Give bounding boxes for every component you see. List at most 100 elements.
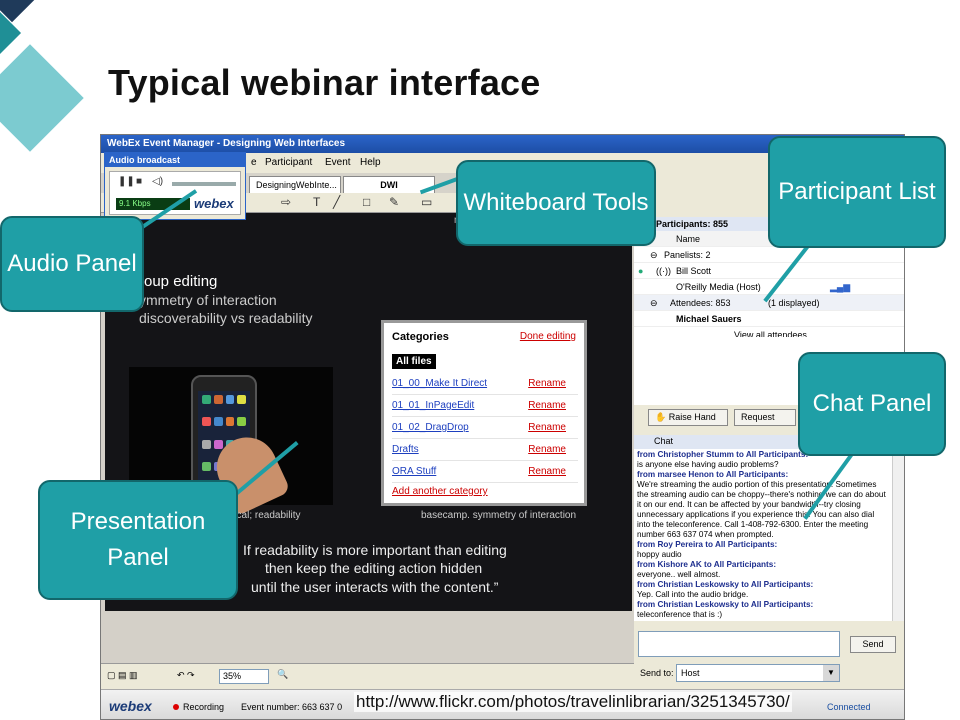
category-link[interactable]: 01_02_DragDrop: [392, 422, 469, 433]
slide-quote-line: then keep the editing action hidden: [265, 560, 483, 576]
rename-link[interactable]: Rename: [528, 400, 566, 411]
rename-link[interactable]: Rename: [528, 422, 566, 433]
chat-scrollbar[interactable]: [892, 449, 904, 621]
webex-logo: webex: [109, 698, 152, 714]
callout-whiteboard-tools: Whiteboard Tools: [456, 160, 656, 246]
categories-box: Categories Done editing All files 01_00_…: [381, 320, 587, 506]
category-link[interactable]: Drafts: [392, 444, 419, 455]
zoom-icon[interactable]: 🔍: [277, 669, 288, 680]
request-label: Request: [741, 412, 775, 422]
audio-icon: ((·)): [656, 266, 671, 276]
participant-row[interactable]: ● ((·)) Bill Scott: [634, 263, 904, 279]
chat-log: from Christopher Stumm to All Participan…: [634, 449, 892, 621]
corner-deco-light: [0, 44, 84, 152]
callout-label: Presentation Panel: [70, 508, 206, 571]
chat-message: We're streaming the audio portion of thi…: [637, 480, 886, 539]
chat-message: teleconference that is :): [637, 610, 723, 619]
callout-label: Participant List: [778, 178, 936, 205]
chat-input[interactable]: [638, 631, 840, 657]
slide-quote-line: If readability is more important than ed…: [243, 542, 507, 558]
category-row: Drafts Rename: [392, 440, 578, 461]
slide-quote-line: until the user interacts with the conten…: [251, 579, 499, 595]
connection-status: Connected: [827, 702, 871, 712]
category-link[interactable]: ORA Stuff: [392, 466, 436, 477]
layout-icon[interactable]: ▢ ▤ ▥: [107, 670, 138, 681]
pause-icon[interactable]: ❚❚: [118, 176, 135, 187]
chat-message: hoppy audio: [637, 550, 682, 559]
event-number: Event number: 663 637 0: [241, 702, 343, 712]
menu-item-event[interactable]: Event: [325, 157, 351, 168]
category-row: 01_01_InPageEdit Rename: [392, 396, 578, 417]
participant-name: O'Reilly Media (Host): [676, 282, 761, 292]
stop-icon[interactable]: ■: [136, 176, 142, 187]
chat-sender: from marsee Henon to All Participants:: [637, 470, 789, 479]
rename-link[interactable]: Rename: [528, 444, 566, 455]
presentation-controls: ▢ ▤ ▥ ↶ ↷ 35% 🔍: [101, 663, 634, 689]
recording-label: Recording: [183, 702, 225, 712]
all-files-item[interactable]: All files: [392, 354, 436, 369]
categories-title: Categories: [392, 331, 449, 343]
slide-subheading: ymmetry of interaction: [139, 292, 277, 308]
chat-message: Yep. Call into the audio bridge.: [637, 590, 749, 599]
attendee-name: Michael Sauers: [676, 314, 742, 324]
zoom-value: 35%: [223, 671, 242, 681]
undo-icon[interactable]: ↶ ↷: [177, 670, 195, 681]
send-to-value: Host: [681, 668, 700, 678]
slide-heading: roup editing: [139, 273, 218, 290]
recording-indicator[interactable]: Recording: [173, 702, 224, 712]
attendees-label: Attendees: 853: [670, 298, 731, 308]
category-link[interactable]: 01_00_Make It Direct: [392, 378, 487, 389]
chat-sender: from Christian Leskowsky to All Particip…: [637, 600, 814, 609]
panelists-group[interactable]: ⊖ Panelists: 2: [634, 247, 904, 263]
zoom-select[interactable]: 35%: [219, 669, 269, 684]
request-button[interactable]: Request: [734, 409, 796, 426]
done-editing-link[interactable]: Done editing: [520, 331, 576, 342]
attendees-displayed: (1 displayed): [768, 298, 820, 308]
chat-message: everyone.. well almost.: [637, 570, 721, 579]
slide-title: Typical webinar interface: [108, 62, 541, 103]
callout-label: Chat Panel: [812, 390, 932, 417]
source-url[interactable]: http://www.flickr.com/photos/travelinlib…: [354, 692, 792, 712]
chat-title: Chat: [654, 436, 674, 446]
chat-sender: from Kishore AK to All Participants:: [637, 560, 777, 569]
rename-link[interactable]: Rename: [528, 378, 566, 389]
volume-icon[interactable]: ◁): [152, 176, 163, 187]
menu-item-help[interactable]: Help: [360, 157, 381, 168]
collapse-icon[interactable]: ⊖: [650, 250, 658, 261]
raise-hand-button[interactable]: ✋ Raise Hand: [648, 409, 728, 426]
eraser-icon[interactable]: ▭: [421, 195, 432, 209]
arrow-icon[interactable]: ⇨: [281, 195, 291, 209]
signal-icon: ▂▄▆: [830, 282, 851, 292]
send-to-select[interactable]: Host ▼: [676, 664, 840, 682]
menu-item-edit[interactable]: e: [251, 157, 257, 168]
menu-item-participant[interactable]: Participant: [265, 157, 312, 168]
callout-audio-panel: Audio Panel: [0, 216, 144, 312]
category-row: 01_00_Make It Direct Rename: [392, 374, 578, 395]
chat-sender: from Roy Pereira to All Participants:: [637, 540, 778, 549]
add-category-link[interactable]: Add another category: [392, 486, 488, 497]
slide-subheading: discoverability vs readability: [139, 310, 313, 326]
tab-designing[interactable]: DesigningWebInte...: [249, 176, 341, 193]
audio-panel: Audio broadcast ❚❚ ■ ◁) 9.1 Kbps webex: [104, 152, 246, 220]
chat-sender: from Christian Leskowsky to All Particip…: [637, 580, 814, 589]
rectangle-icon[interactable]: □: [363, 195, 370, 209]
category-link[interactable]: 01_01_InPageEdit: [392, 400, 474, 411]
volume-slider[interactable]: [172, 182, 236, 186]
category-row: ORA Stuff Rename: [392, 462, 578, 483]
audio-panel-title: Audio broadcast: [105, 153, 245, 167]
globe-icon: ●: [638, 266, 644, 276]
name-column-header[interactable]: Name: [676, 234, 700, 244]
slide-caption-left: rical; readability: [231, 510, 301, 521]
send-button[interactable]: Send: [850, 636, 896, 653]
line-icon[interactable]: ╱: [333, 195, 340, 209]
webex-logo: webex: [194, 196, 234, 211]
chevron-down-icon[interactable]: ▼: [823, 665, 839, 681]
collapse-icon[interactable]: ⊖: [650, 298, 658, 309]
text-icon[interactable]: T: [313, 195, 320, 209]
callout-label: Audio Panel: [7, 250, 137, 277]
chat-message: is anyone else having audio problems?: [637, 460, 779, 469]
callout-chat-panel: Chat Panel: [798, 352, 946, 456]
rename-link[interactable]: Rename: [528, 466, 566, 477]
pen-icon[interactable]: ✎: [389, 195, 399, 209]
attendee-row[interactable]: Michael Sauers: [634, 311, 904, 327]
